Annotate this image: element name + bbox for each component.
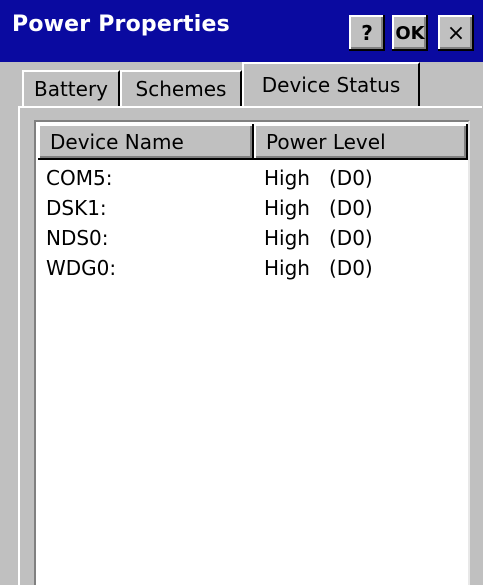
device-name: COM5: <box>46 166 113 190</box>
power-state: (D0) <box>329 166 373 190</box>
device-list[interactable]: Device Name Power Level COM5: High (D0) … <box>34 120 470 585</box>
power-state: (D0) <box>329 256 373 280</box>
power-level: High <box>264 226 310 250</box>
tab-battery[interactable]: Battery <box>22 70 120 106</box>
window-title: Power Properties <box>12 12 230 37</box>
column-header-power-level[interactable]: Power Level <box>254 124 468 160</box>
device-name: DSK1: <box>46 196 107 220</box>
power-level: High <box>264 166 310 190</box>
device-name: WDG0: <box>46 256 117 280</box>
help-button[interactable]: ? <box>349 15 385 51</box>
column-header-device-name[interactable]: Device Name <box>38 124 254 160</box>
tab-schemes[interactable]: Schemes <box>120 70 242 106</box>
power-level: High <box>264 196 310 220</box>
ok-button[interactable]: OK <box>392 15 428 51</box>
power-level: High <box>264 256 310 280</box>
title-bar: Power Properties ? OK × <box>0 0 483 62</box>
tab-device-status[interactable]: Device Status <box>242 62 420 106</box>
close-button[interactable]: × <box>438 15 474 51</box>
power-state: (D0) <box>329 196 373 220</box>
tab-strip: Battery Schemes Device Status <box>0 62 483 106</box>
power-state: (D0) <box>329 226 373 250</box>
device-name: NDS0: <box>46 226 109 250</box>
